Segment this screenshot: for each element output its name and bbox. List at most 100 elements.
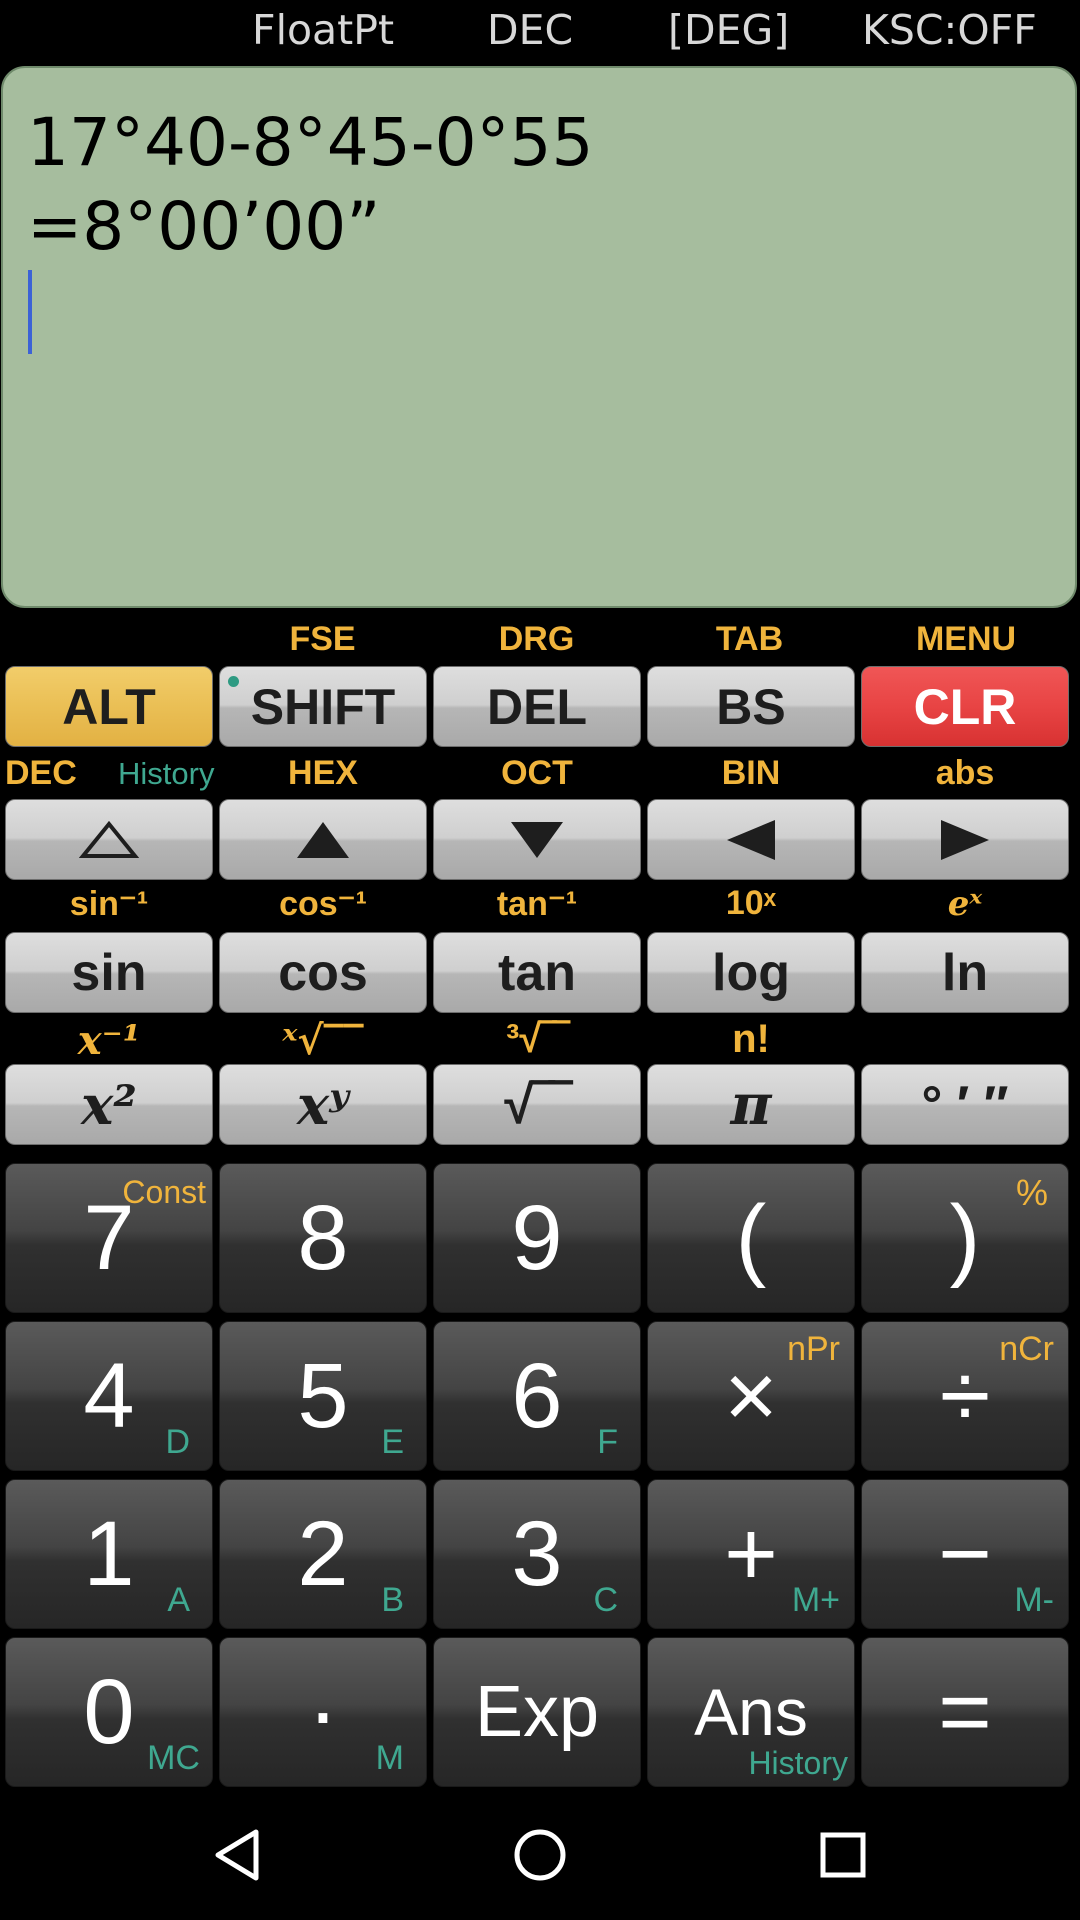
tan-button[interactable]: tan (433, 932, 641, 1013)
key-0-label: 0 (83, 1660, 135, 1763)
const-label: Const (122, 1174, 206, 1210)
clr-button[interactable]: CLR (861, 666, 1069, 747)
cos-button[interactable]: cos (219, 932, 427, 1013)
alt-button[interactable]: ALT (5, 666, 213, 747)
divide-button[interactable]: ÷ nCr (861, 1321, 1069, 1471)
label-abs: abs (935, 754, 995, 792)
label-menu: MENU (915, 620, 1017, 658)
exp-button[interactable]: Exp (433, 1637, 641, 1787)
key-1-label: 1 (83, 1502, 135, 1605)
text-cursor (28, 270, 32, 354)
label-dec: DEC (5, 754, 77, 792)
ksc-indicator: KSC:OFF (862, 6, 1037, 54)
base-mode-indicator: DEC (487, 6, 574, 54)
bs-button[interactable]: BS (647, 666, 855, 747)
label-hex: HEX (288, 754, 358, 792)
key-7[interactable]: 7 Const (5, 1163, 213, 1313)
del-button[interactable]: DEL (433, 666, 641, 747)
degree-minute-second-button[interactable]: ° ′ ″ (861, 1064, 1069, 1145)
label-tab: TAB (715, 620, 784, 658)
multiply-button[interactable]: × nPr (647, 1321, 855, 1471)
navigation-bar (0, 1790, 1080, 1920)
key-1[interactable]: 1 A (5, 1479, 213, 1629)
right-paren-label: ) (949, 1186, 981, 1289)
hex-f-label: F (597, 1423, 618, 1461)
label-acos: cos⁻¹ (279, 885, 367, 923)
key-5[interactable]: 5 E (219, 1321, 427, 1471)
right-paren-button[interactable]: ) % (861, 1163, 1069, 1313)
angle-mode-indicator: [DEG] (668, 6, 790, 54)
ans-button[interactable]: Ans History (647, 1637, 855, 1787)
back-button[interactable] (157, 1790, 317, 1920)
hex-e-label: E (381, 1423, 404, 1461)
left-triangle-icon (727, 819, 775, 860)
right-triangle-icon (941, 819, 989, 860)
expression-line: 17°40-8°45-0°55 (27, 104, 594, 181)
float-mode-indicator: FloatPt (252, 6, 395, 54)
hex-c-label: C (593, 1581, 618, 1619)
home-icon (514, 1829, 566, 1881)
down-triangle-icon (511, 821, 563, 858)
home-button[interactable] (460, 1790, 620, 1920)
label-reciprocal: x⁻¹ (77, 1017, 141, 1064)
hex-a-label: A (167, 1581, 190, 1619)
label-factorial: n! (732, 1017, 770, 1061)
square-button[interactable]: x² (5, 1064, 213, 1145)
label-bin: BIN (721, 754, 781, 792)
label-oct: OCT (501, 754, 573, 792)
down-arrow-button[interactable] (433, 799, 641, 880)
percent-label: % (1015, 1172, 1048, 1213)
multiply-label: × (724, 1344, 778, 1447)
decimal-point-button[interactable]: · M (219, 1637, 427, 1787)
ans-label: Ans (694, 1675, 808, 1749)
key-6[interactable]: 6 F (433, 1321, 641, 1471)
sqrt-button[interactable]: √‾‾ (433, 1064, 641, 1145)
ncr-label: nCr (999, 1330, 1054, 1368)
hex-b-label: B (381, 1581, 404, 1619)
label-history: History (118, 756, 215, 791)
m-plus-label: M+ (791, 1581, 840, 1619)
key-4-label: 4 (83, 1344, 135, 1447)
shift-button[interactable]: SHIFT (219, 666, 427, 747)
label-exp-e: eˣ (947, 884, 983, 924)
shift-indicator-dot (228, 676, 239, 687)
key-2[interactable]: 2 B (219, 1479, 427, 1629)
up-arrow-button[interactable] (219, 799, 427, 880)
back-icon (215, 1829, 259, 1881)
status-bar: FloatPt DEC [DEG] KSC:OFF (0, 0, 1080, 66)
triangle-outline-icon (79, 820, 139, 858)
recents-icon (820, 1832, 866, 1878)
hex-d-label: D (165, 1423, 190, 1461)
log-button[interactable]: log (647, 932, 855, 1013)
history-label: History (748, 1745, 848, 1781)
key-8[interactable]: 8 (219, 1163, 427, 1313)
m-minus-label: M- (1014, 1581, 1054, 1619)
shift-button-label: SHIFT (250, 678, 396, 735)
left-arrow-button[interactable] (647, 799, 855, 880)
label-pow10: 10ˣ (725, 884, 777, 922)
key-4[interactable]: 4 D (5, 1321, 213, 1471)
label-fse: FSE (289, 620, 356, 658)
sin-button[interactable]: sin (5, 932, 213, 1013)
triangle-outline-button[interactable] (5, 799, 213, 880)
right-arrow-button[interactable] (861, 799, 1069, 880)
calculator-display[interactable]: 17°40-8°45-0°55 =8°00’00” (1, 66, 1077, 608)
plus-label: + (724, 1502, 778, 1605)
minus-button[interactable]: − M- (861, 1479, 1069, 1629)
npr-label: nPr (787, 1330, 840, 1368)
key-3[interactable]: 3 C (433, 1479, 641, 1629)
equals-button[interactable]: = (861, 1637, 1069, 1787)
label-drg: DRG (498, 620, 575, 658)
key-0[interactable]: 0 MC (5, 1637, 213, 1787)
label-xroot: ˣ√‾‾ (282, 1017, 364, 1064)
key-3-label: 3 (511, 1502, 563, 1605)
decimal-point-label: · (307, 1660, 339, 1763)
plus-button[interactable]: + M+ (647, 1479, 855, 1629)
recents-button[interactable] (763, 1790, 923, 1920)
power-button[interactable]: xʸ (219, 1064, 427, 1145)
key-9[interactable]: 9 (433, 1163, 641, 1313)
ln-button[interactable]: ln (861, 932, 1069, 1013)
pi-button[interactable]: π (647, 1064, 855, 1145)
label-cuberoot: ³√‾‾ (506, 1017, 568, 1061)
left-paren-button[interactable]: ( (647, 1163, 855, 1313)
